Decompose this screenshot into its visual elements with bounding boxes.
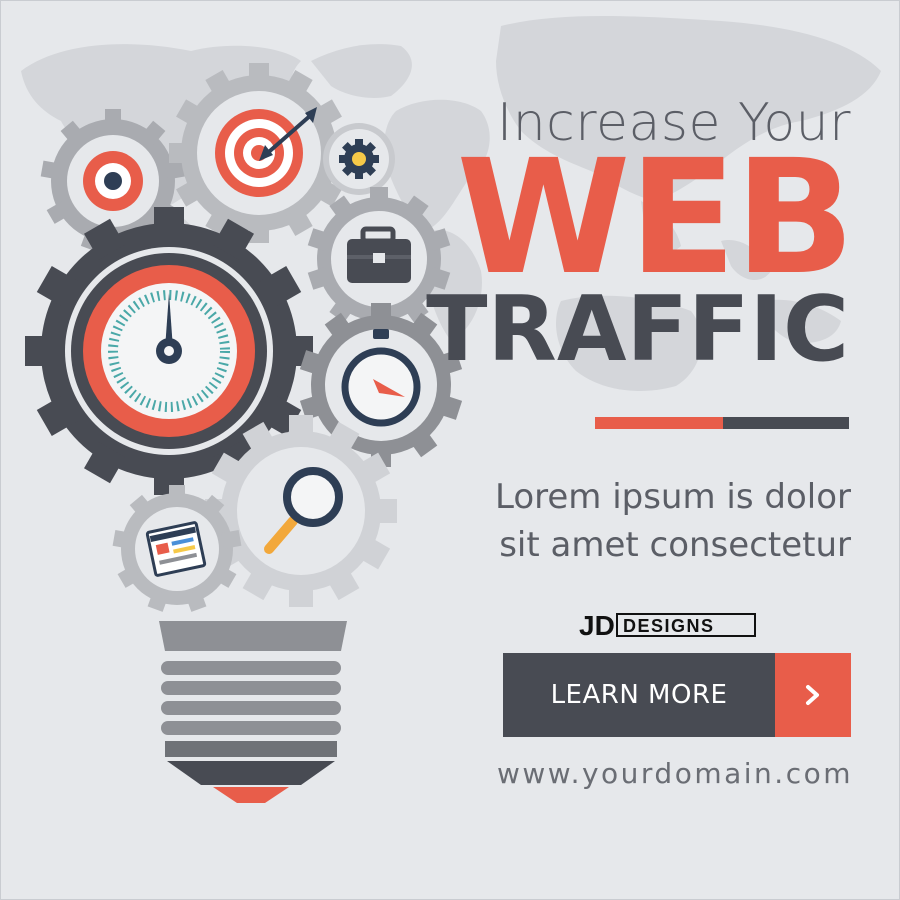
brand-logo-jd: JD [579, 611, 615, 639]
divider-dark-segment [723, 417, 849, 429]
speedometer-icon [83, 265, 255, 437]
learn-more-label-box[interactable]: LEARN MORE [503, 653, 775, 737]
learn-more-button[interactable]: LEARN MORE [503, 653, 851, 737]
brand-logo-designs: DESIGNS [623, 616, 715, 636]
small-gear-icon [323, 123, 395, 195]
learn-more-arrow-box[interactable] [775, 653, 851, 737]
brand-logo: JD DESIGNS [579, 611, 756, 639]
tagline-line1: Lorem ipsum is dolor [494, 477, 851, 517]
headline-web: WEB [456, 126, 855, 310]
webpage-icon [145, 521, 207, 577]
tagline-line2: sit amet consectetur [499, 525, 851, 565]
headline-traffic: TRAFFIC [426, 277, 849, 382]
chevron-right-icon [806, 685, 819, 705]
target-gear [169, 63, 349, 243]
divider-accent-segment [595, 417, 723, 429]
web-traffic-banner: Increase Your WEB TRAFFIC Lorem ipsum is… [0, 0, 900, 900]
learn-more-label: LEARN MORE [550, 680, 728, 710]
gears-illustration [25, 63, 463, 803]
lightbulb-base-icon [159, 621, 347, 803]
tagline: Lorem ipsum is dolor sit amet consectetu… [431, 473, 851, 569]
headline-divider [595, 417, 849, 429]
website-url[interactable]: www.yourdomain.com [497, 757, 853, 790]
